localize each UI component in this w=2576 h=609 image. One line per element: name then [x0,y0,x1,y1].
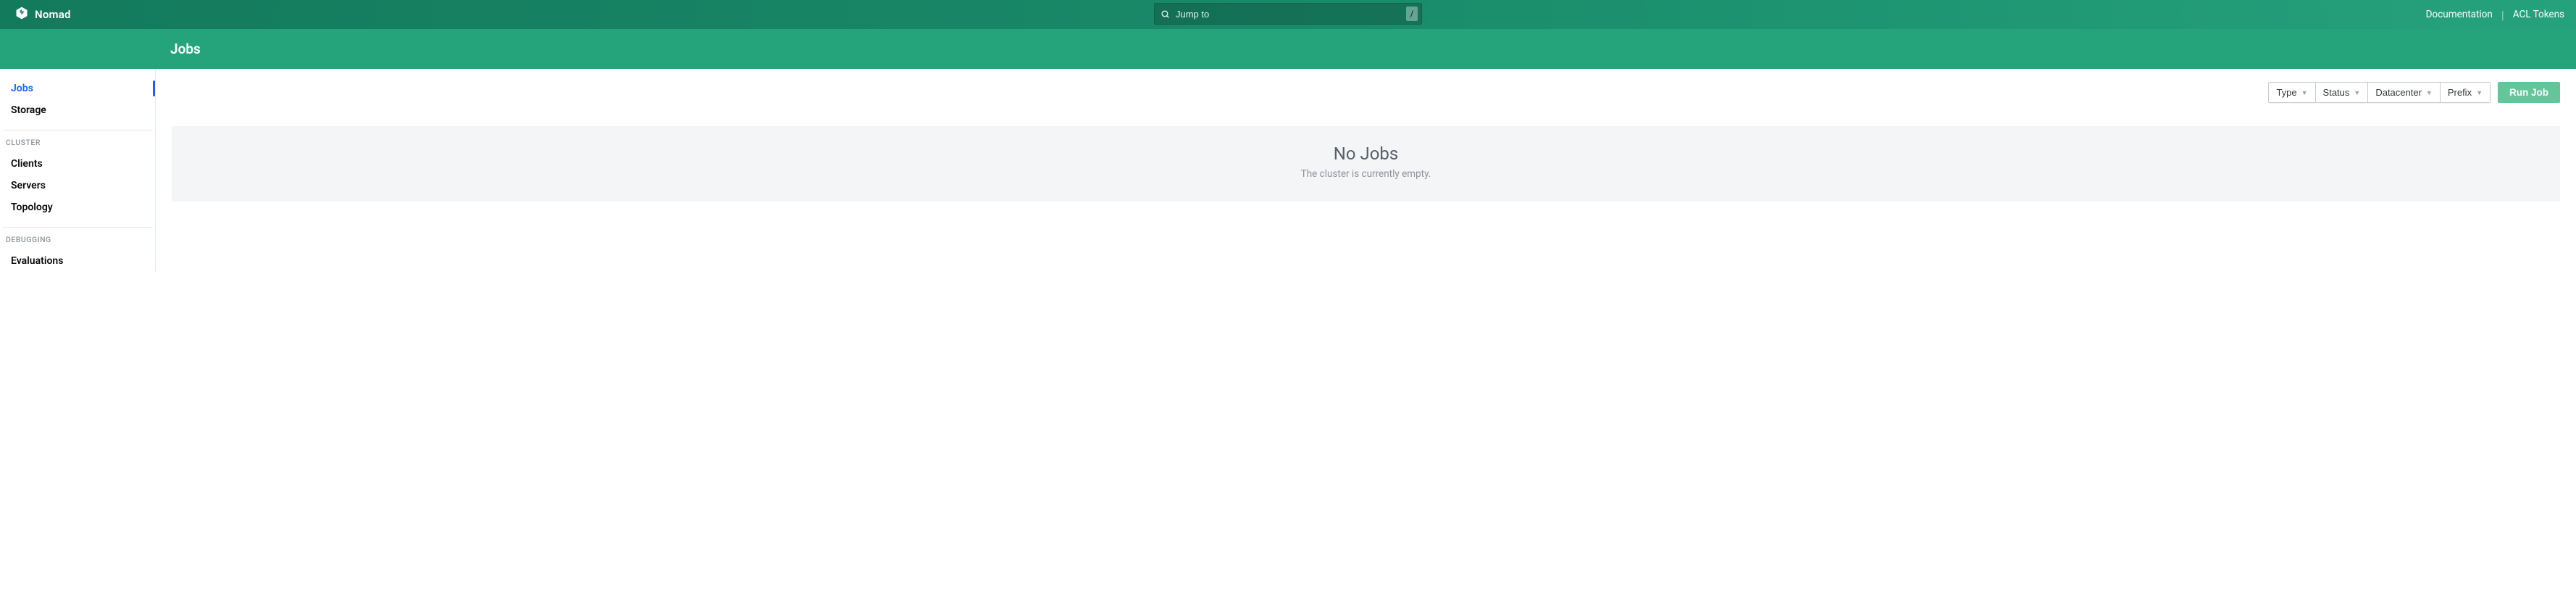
empty-state-title: No Jobs [186,144,2546,164]
page-subheader: Jobs [0,29,2576,69]
sidebar-heading-cluster: CLUSTER [3,130,152,150]
filter-status-dropdown[interactable]: Status ▼ [2316,82,2369,103]
documentation-link[interactable]: Documentation [2426,9,2493,20]
filter-prefix-dropdown[interactable]: Prefix ▼ [2441,82,2491,103]
sidebar-item-topology[interactable]: Topology [0,196,155,218]
search-shortcut-key: / [1406,7,1418,21]
search-icon [1161,9,1170,19]
sidebar-item-clients[interactable]: Clients [0,153,155,175]
filter-label: Datacenter [2375,87,2422,98]
run-job-label: Run Job [2509,87,2548,98]
filter-label: Status [2323,87,2350,98]
toolbar: Type ▼ Status ▼ Datacenter ▼ Prefix ▼ Ru… [172,82,2560,103]
page-title: Jobs [170,41,201,57]
empty-state-subtitle: The cluster is currently empty. [186,168,2546,180]
sidebar-item-label: Evaluations [11,255,63,267]
empty-state: No Jobs The cluster is currently empty. [172,126,2560,202]
nomad-logo-icon [14,6,29,23]
top-nav-right: Documentation | ACL Tokens [2426,8,2564,22]
sidebar-item-evaluations[interactable]: Evaluations [0,250,155,272]
filter-label: Prefix [2448,87,2472,98]
acl-tokens-link[interactable]: ACL Tokens [2513,9,2564,20]
brand[interactable]: Nomad [14,6,71,23]
top-nav: Nomad / Documentation | ACL Tokens [0,0,2576,29]
caret-down-icon: ▼ [2426,89,2433,96]
sidebar-item-label: Clients [11,158,43,170]
caret-down-icon: ▼ [2354,89,2360,96]
search-input[interactable] [1170,9,1406,20]
sidebar-item-label: Storage [11,104,46,116]
filter-group: Type ▼ Status ▼ Datacenter ▼ Prefix ▼ [2268,82,2491,103]
caret-down-icon: ▼ [2476,89,2483,96]
sidebar: Jobs Storage CLUSTER Clients Servers Top… [0,69,156,272]
sidebar-item-label: Jobs [11,83,33,94]
main-content: Type ▼ Status ▼ Datacenter ▼ Prefix ▼ Ru… [156,69,2576,272]
sidebar-item-label: Topology [11,202,53,213]
jump-to-search[interactable]: / [1154,3,1422,25]
run-job-button[interactable]: Run Job [2498,82,2560,103]
nav-separator: | [2501,8,2504,22]
filter-type-dropdown[interactable]: Type ▼ [2268,82,2315,103]
sidebar-item-jobs[interactable]: Jobs [0,78,155,99]
sidebar-item-servers[interactable]: Servers [0,175,155,196]
brand-name: Nomad [35,8,71,21]
sidebar-heading-debugging: DEBUGGING [3,227,152,247]
sidebar-item-label: Servers [11,180,46,191]
filter-datacenter-dropdown[interactable]: Datacenter ▼ [2368,82,2441,103]
sidebar-item-storage[interactable]: Storage [0,99,155,121]
caret-down-icon: ▼ [2301,89,2308,96]
filter-label: Type [2276,87,2296,98]
